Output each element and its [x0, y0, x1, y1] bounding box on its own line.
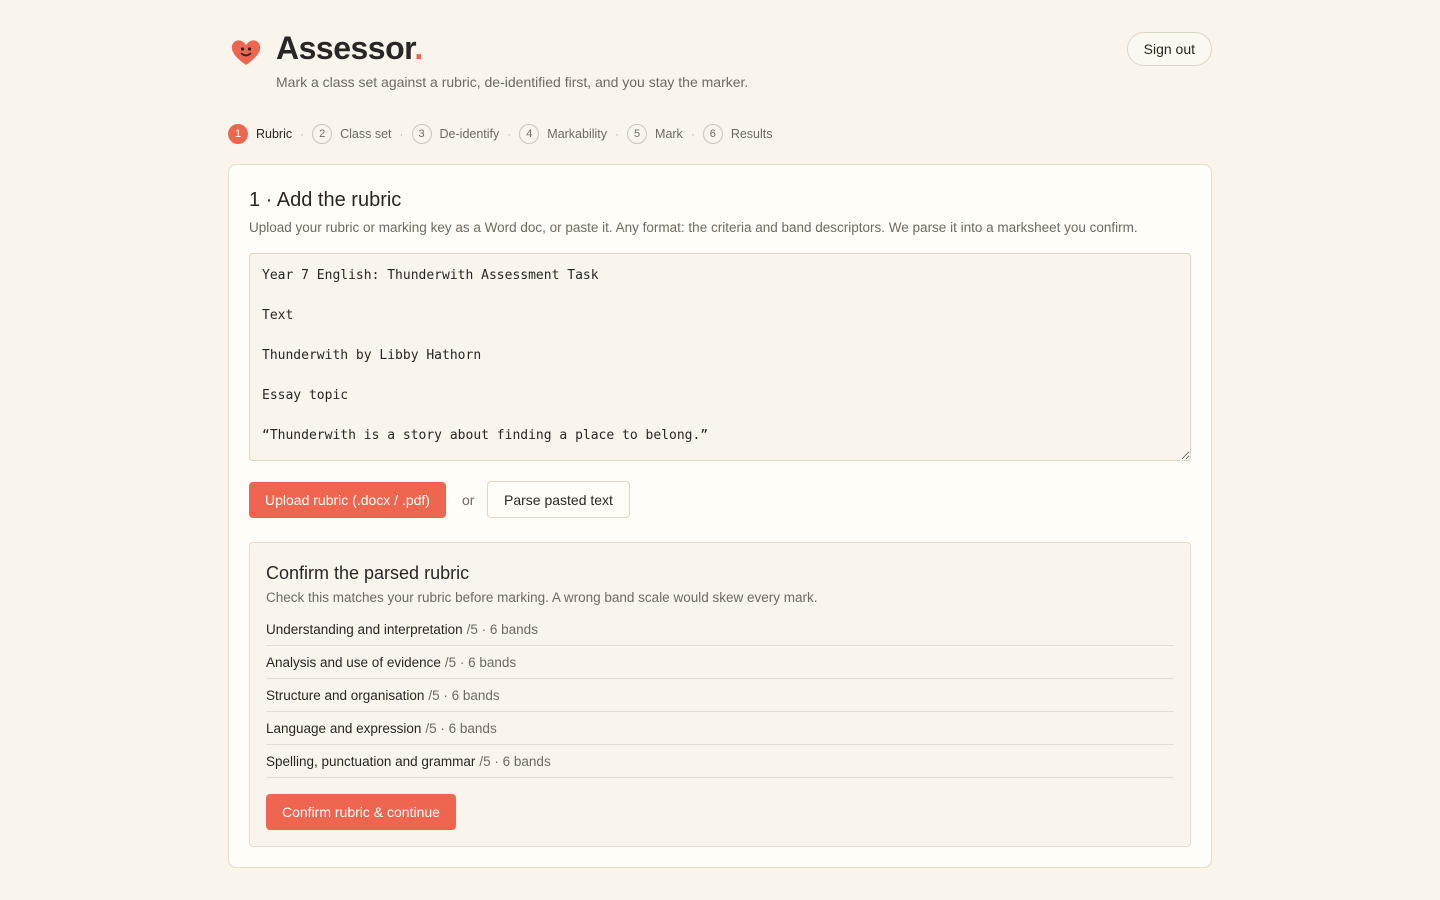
step-label: De-identify — [439, 127, 500, 141]
confirm-rubric-panel: Confirm the parsed rubric Check this mat… — [249, 542, 1191, 847]
step-label: Mark — [655, 127, 683, 141]
confirm-subtitle: Check this matches your rubric before ma… — [266, 590, 818, 605]
rubric-textarea[interactable]: Year 7 English: Thunderwith Assessment T… — [249, 253, 1191, 461]
step-progress: 1 Rubric · 2 Class set · 3 De-identify ·… — [228, 124, 773, 144]
step-results[interactable]: 6 Results — [702, 124, 773, 144]
upload-rubric-button[interactable]: Upload rubric (.docx / .pdf) — [249, 482, 446, 518]
step-label: Rubric — [256, 127, 293, 141]
criterion-name: Structure and organisation — [266, 687, 425, 703]
step-number: 3 — [411, 124, 432, 144]
criterion-row: Language and expression /5 · 6 bands — [266, 712, 1174, 745]
app-title: Assessor. — [276, 30, 423, 66]
app-tagline: Mark a class set against a rubric, de-id… — [276, 74, 749, 90]
page: Assessor. Mark a class set against a rub… — [228, 0, 1212, 868]
confirm-rubric-button[interactable]: Confirm rubric & continue — [266, 794, 456, 830]
smiling-heart-icon — [231, 40, 261, 65]
criterion-name: Spelling, punctuation and grammar — [266, 753, 476, 769]
criterion-row: Spelling, punctuation and grammar /5 · 6… — [266, 745, 1174, 778]
step-separator: · — [399, 127, 404, 141]
criterion-row: Understanding and interpretation /5 · 6 … — [266, 613, 1174, 646]
criteria-list: Understanding and interpretation /5 · 6 … — [266, 613, 1174, 778]
confirm-title: Confirm the parsed rubric — [266, 563, 470, 583]
step-label: Results — [730, 127, 773, 141]
section-description: Upload your rubric or marking key as a W… — [249, 220, 1138, 235]
step-rubric[interactable]: 1 Rubric — [228, 124, 292, 144]
step-separator: · — [615, 127, 620, 141]
step-number: 2 — [312, 124, 333, 144]
step-number: 1 — [228, 124, 248, 144]
criterion-row: Structure and organisation /5 · 6 bands — [266, 679, 1174, 712]
step-separator: · — [300, 127, 305, 141]
criterion-scale: /5 · 6 bands — [479, 753, 551, 769]
step-number: 4 — [519, 124, 540, 144]
rubric-card: 1 · Add the rubric Upload your rubric or… — [228, 164, 1212, 868]
criterion-scale: /5 · 6 bands — [444, 654, 517, 670]
criterion-name: Analysis and use of evidence — [266, 654, 441, 670]
step-label: Class set — [340, 127, 392, 141]
step-number: 5 — [627, 124, 648, 144]
parse-pasted-text-button[interactable]: Parse pasted text — [487, 481, 630, 518]
step-separator: · — [690, 127, 695, 141]
step-separator: · — [507, 127, 512, 141]
criterion-scale: /5 · 6 bands — [466, 621, 538, 637]
criterion-name: Understanding and interpretation — [266, 621, 463, 637]
section-title: 1 · Add the rubric — [249, 189, 402, 211]
step-de-identify[interactable]: 3 De-identify — [411, 124, 500, 144]
sign-out-button[interactable]: Sign out — [1126, 32, 1212, 66]
step-label: Markability — [547, 127, 608, 141]
step-markability[interactable]: 4 Markability — [519, 124, 607, 144]
step-number: 6 — [702, 124, 723, 144]
or-label: or — [462, 492, 475, 508]
criterion-scale: /5 · 6 bands — [428, 687, 500, 703]
criterion-name: Language and expression — [266, 720, 422, 736]
criterion-row: Analysis and use of evidence /5 · 6 band… — [266, 646, 1174, 679]
criterion-scale: /5 · 6 bands — [425, 720, 497, 736]
step-class-set[interactable]: 2 Class set — [312, 124, 392, 144]
step-mark[interactable]: 5 Mark — [627, 124, 683, 144]
header: Assessor. Mark a class set against a rub… — [228, 0, 1212, 110]
